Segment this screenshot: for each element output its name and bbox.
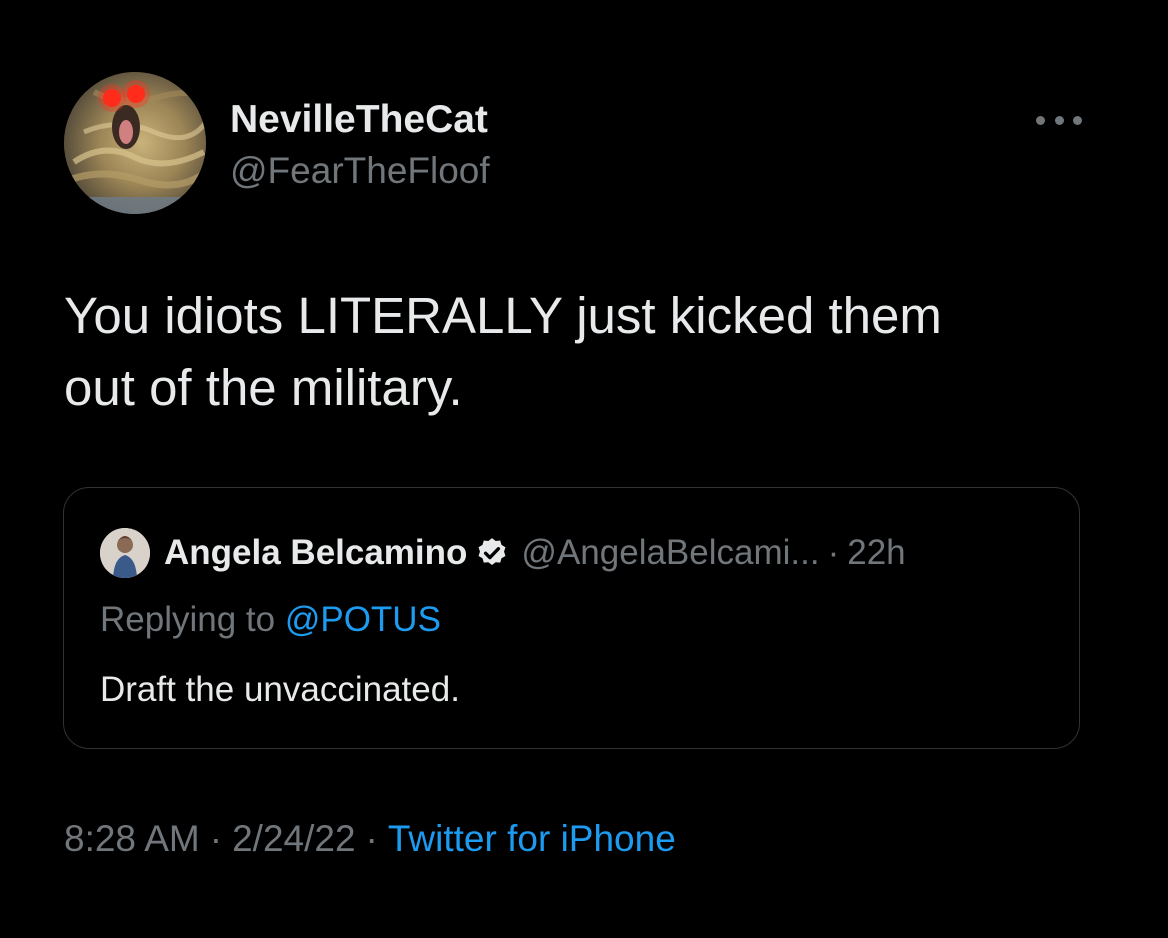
quoted-tweet-text: Draft the unvaccinated. xyxy=(100,670,460,709)
more-options-button[interactable] xyxy=(1036,108,1082,132)
quoted-author-handle[interactable]: @AngelaBelcami... xyxy=(521,533,819,573)
tweet-text-line: You idiots LITERALLY just kicked them xyxy=(64,287,942,344)
separator-dot: · xyxy=(209,818,223,859)
cat-avatar-icon xyxy=(64,72,206,214)
replying-to-line: Replying to @POTUS xyxy=(100,600,441,640)
quoted-tweet-header: Angela Belcamino @AngelaBelcami... · 22h xyxy=(100,528,906,578)
separator-dot: · xyxy=(827,533,840,572)
tweet-time[interactable]: 8:28 AM xyxy=(64,818,200,859)
tweet-text-line: out of the military. xyxy=(64,359,463,416)
author-avatar[interactable] xyxy=(64,72,206,214)
quoted-author-avatar[interactable] xyxy=(100,528,150,578)
author-display-name[interactable]: NevilleTheCat xyxy=(230,98,488,142)
tweet-meta: 8:28 AM · 2/24/22 · Twitter for iPhone xyxy=(64,818,676,860)
quoted-tweet-card[interactable]: Angela Belcamino @AngelaBelcami... · 22h… xyxy=(63,487,1080,749)
tweet-text: You idiots LITERALLY just kicked them ou… xyxy=(64,280,1094,424)
author-handle[interactable]: @FearTheFloof xyxy=(230,150,490,192)
more-options-icon xyxy=(1036,115,1045,125)
quoted-author-name[interactable]: Angela Belcamino xyxy=(164,533,467,573)
verified-badge-icon xyxy=(478,538,506,566)
separator-dot: · xyxy=(365,818,378,859)
tweet-date[interactable]: 2/24/22 xyxy=(232,818,355,859)
more-options-icon xyxy=(1054,115,1064,125)
person-avatar-icon xyxy=(100,528,150,578)
replying-to-label: Replying to xyxy=(100,600,285,639)
tweet-source-link[interactable]: Twitter for iPhone xyxy=(388,818,676,859)
more-options-icon xyxy=(1073,115,1082,125)
quoted-tweet-time[interactable]: 22h xyxy=(847,533,905,573)
replying-to-mention-link[interactable]: @POTUS xyxy=(285,600,441,639)
